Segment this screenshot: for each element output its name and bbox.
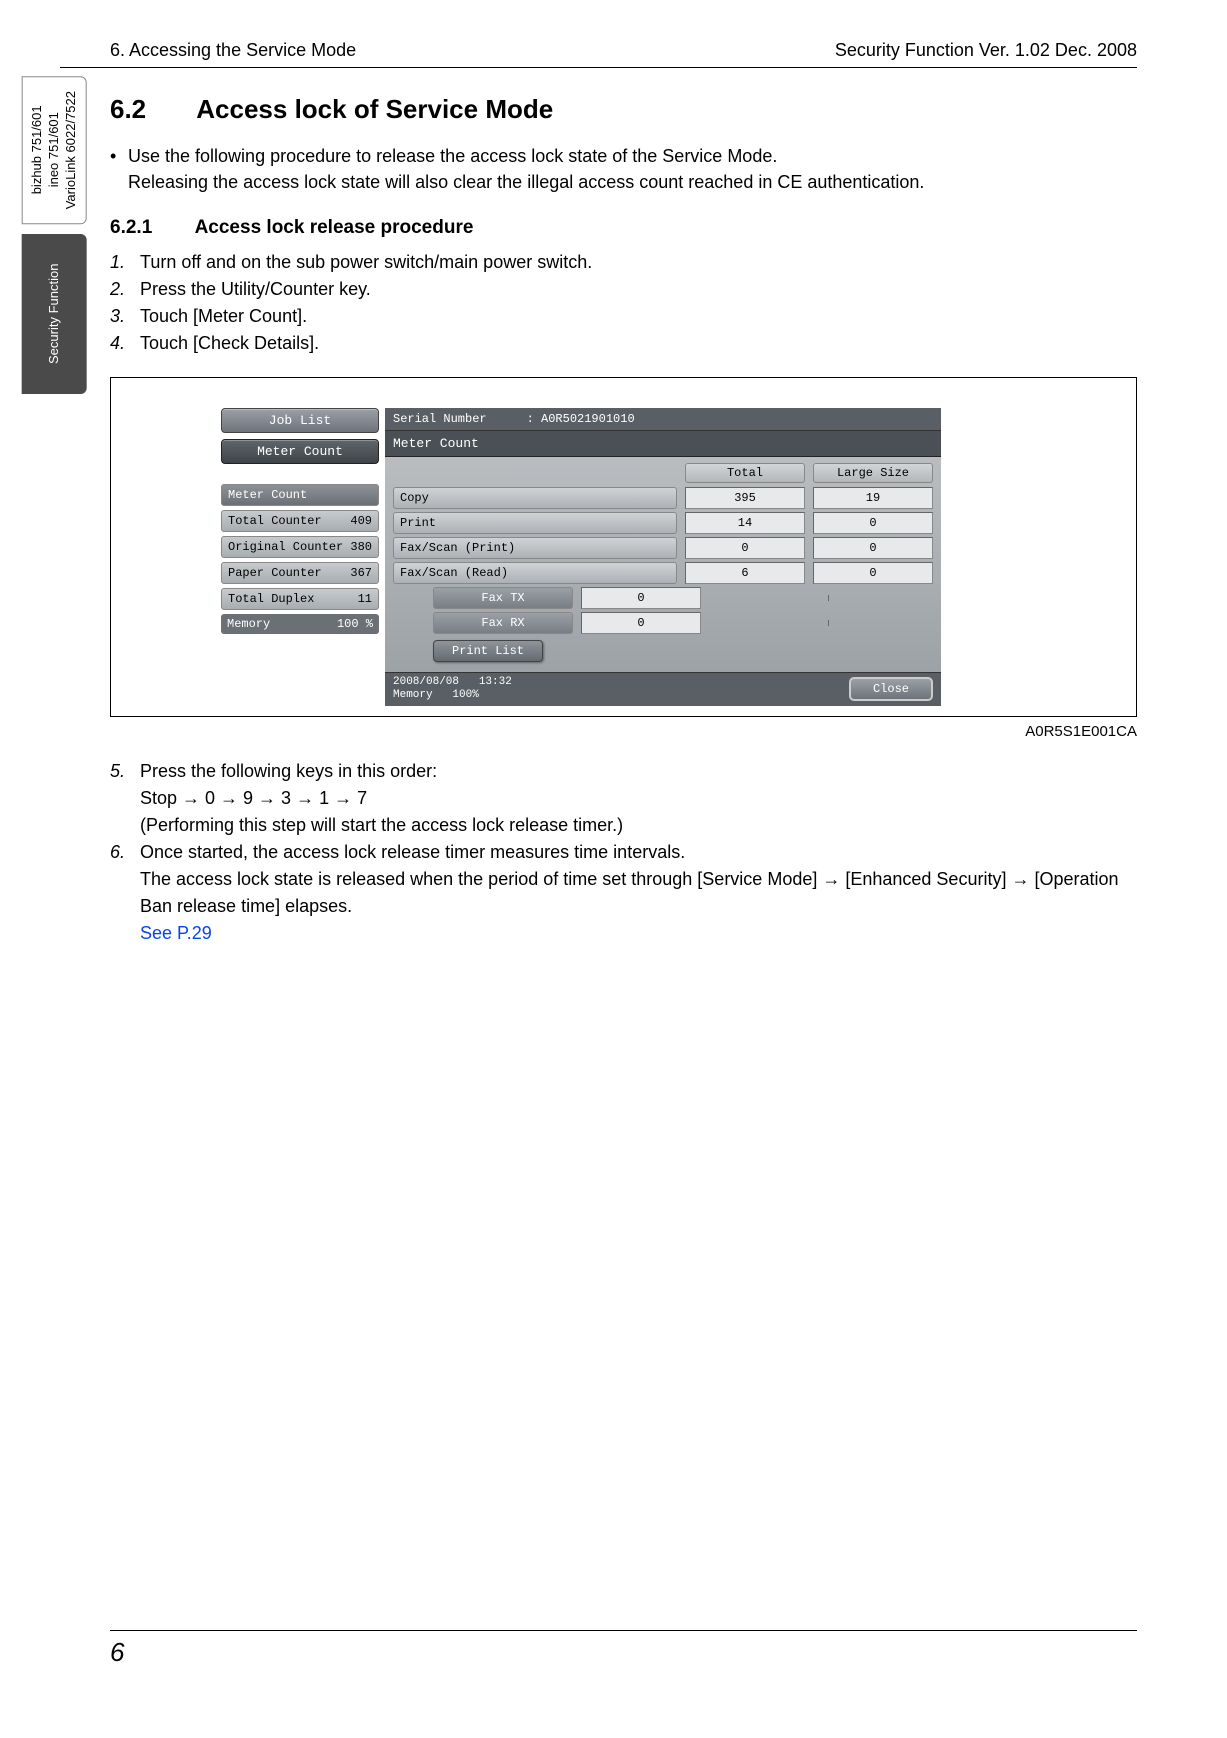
close-button[interactable]: Close (849, 677, 933, 701)
list-item: 4.Touch [Check Details]. (110, 330, 1137, 357)
side-meter-count[interactable]: Meter Count (221, 484, 379, 506)
col-head-total: Total (685, 463, 805, 483)
intro-line1: Use the following procedure to release t… (128, 146, 777, 166)
side-total-duplex[interactable]: Total Duplex11 (221, 588, 379, 610)
tab-models: bizhub 751/601 ineo 751/601 VarioLink 60… (22, 76, 87, 224)
page-header: 6. Accessing the Service Mode Security F… (60, 40, 1137, 68)
page-number: 6 (110, 1630, 1137, 1668)
list-item: 6. Once started, the access lock release… (110, 839, 1137, 947)
panel-title: Meter Count (385, 431, 941, 457)
list-item: 5. Press the following keys in this orde… (110, 758, 1137, 839)
intro-bullet: •Use the following procedure to release … (110, 143, 1137, 195)
print-list-button[interactable]: Print List (433, 640, 543, 662)
intro-line2: Releasing the access lock state will als… (128, 169, 1137, 195)
table-row: Fax TX 0 (393, 587, 933, 609)
serial-number-row: Serial Number : A0R5021901010 (385, 408, 941, 431)
tab-security-function: Security Function (22, 234, 87, 394)
see-page-link[interactable]: See P.29 (140, 923, 212, 943)
side-total-counter[interactable]: Total Counter409 (221, 510, 379, 532)
figure-frame: Job List Meter Count Meter Count Total C… (110, 377, 1137, 716)
subsection-heading: 6.2.1 Access lock release procedure (110, 217, 1137, 239)
table-row: Fax/Scan (Print) 0 0 (393, 537, 933, 559)
panel-body: Total Large Size Copy 395 19 Print 14 0 (385, 457, 941, 672)
footer-datetime: 2008/08/08 13:32 Memory 100% (393, 676, 512, 702)
side-paper-counter[interactable]: Paper Counter367 (221, 562, 379, 584)
section-heading: 6.2 Access lock of Service Mode (110, 94, 1137, 125)
ui-footer-bar: 2008/08/08 13:32 Memory 100% Close (385, 672, 941, 705)
table-row: Print 14 0 (393, 512, 933, 534)
side-original-counter[interactable]: Original Counter380 (221, 536, 379, 558)
list-item: 3.Touch [Meter Count]. (110, 303, 1137, 330)
meter-count-button[interactable]: Meter Count (221, 439, 379, 464)
bullet-icon: • (110, 143, 128, 169)
header-right: Security Function Ver. 1.02 Dec. 2008 (835, 40, 1137, 61)
section-number: 6.2 (110, 94, 190, 125)
table-row: Copy 395 19 (393, 487, 933, 509)
job-list-button[interactable]: Job List (221, 408, 379, 433)
list-item: 2.Press the Utility/Counter key. (110, 276, 1137, 303)
printer-ui: Job List Meter Count Meter Count Total C… (221, 408, 941, 705)
memory-row: Memory100 % (221, 614, 379, 634)
side-tabs: bizhub 751/601 ineo 751/601 VarioLink 60… (22, 76, 87, 394)
steps-list-a: 1.Turn off and on the sub power switch/m… (110, 249, 1137, 357)
table-row: Fax/Scan (Read) 6 0 (393, 562, 933, 584)
section-title: Access lock of Service Mode (196, 94, 553, 124)
steps-list-b: 5. Press the following keys in this orde… (110, 758, 1137, 947)
figure-id: A0R5S1E001CA (110, 723, 1137, 740)
subsection-title: Access lock release procedure (195, 217, 474, 238)
list-item: 1.Turn off and on the sub power switch/m… (110, 249, 1137, 276)
table-row: Fax RX 0 (393, 612, 933, 634)
col-head-large: Large Size (813, 463, 933, 483)
subsection-number: 6.2.1 (110, 217, 190, 239)
header-left: 6. Accessing the Service Mode (110, 40, 356, 61)
